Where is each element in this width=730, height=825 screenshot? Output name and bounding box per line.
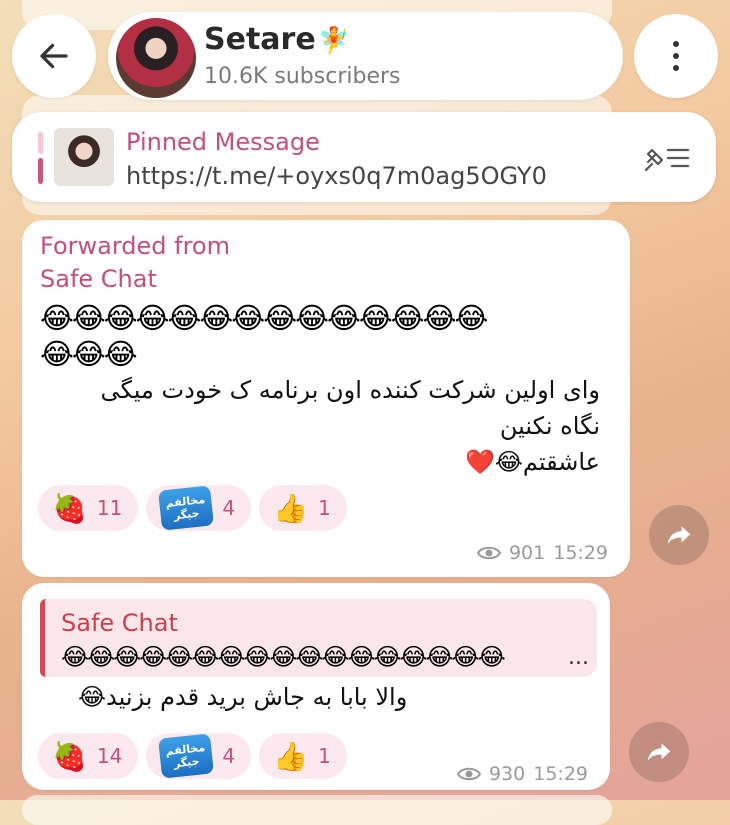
reaction-thumbs-up[interactable]: 👍 1 [259, 733, 347, 779]
message-meta: 901 15:29 [476, 542, 608, 564]
message-line: وای اولین شرکت کننده اون برنامه ک خودت م… [100, 376, 600, 404]
reply-quote[interactable]: Safe Chat 😂😂😂😂😂😂😂😂😂😂😂😂😂😂😂😂😂 ... [40, 599, 597, 677]
reaction-count: 14 [96, 744, 123, 768]
message-bubble[interactable]: Forwarded from Safe Chat 😂😂😂😂😂😂😂😂😂😂😂😂😂😂 … [22, 220, 630, 577]
emoji-line: 😂😂😂😂😂😂😂😂😂😂😂😂😂😂 [40, 301, 488, 335]
forward-arrow-icon [667, 526, 691, 544]
unpin-list-icon[interactable] [642, 140, 692, 176]
fairy-emoji: 🧚 [317, 26, 351, 56]
arrow-left-icon [40, 43, 68, 69]
channel-header[interactable]: Setare🧚 10.6K subscribers [108, 12, 623, 100]
share-button[interactable] [649, 505, 709, 565]
mokhalefam-jigar-sticker-icon: مخالفم جیگر [158, 733, 215, 779]
strawberry-icon: 🍓 [52, 739, 87, 773]
back-button[interactable] [12, 14, 96, 98]
eye-icon [476, 546, 501, 560]
pinned-message-bar[interactable]: Pinned Message https://t.me/+oyxs0q7m0ag… [12, 112, 716, 202]
pinned-title: Pinned Message [126, 128, 320, 156]
emoji-line: 😂😂😂 [40, 337, 138, 371]
view-count: 901 [508, 542, 546, 564]
reactions-row: 🍓 14 مخالفم جیگر 4 👍 1 [38, 733, 347, 779]
forward-arrow-icon [647, 743, 671, 761]
subscriber-count: 10.6K subscribers [204, 64, 401, 89]
message-time: 15:29 [553, 542, 608, 564]
reaction-strawberry[interactable]: 🍓 11 [38, 485, 139, 531]
message-text: والا بابا به جاش برید قدم بزنید😂 [78, 683, 408, 711]
pinned-link: https://t.me/+oyxs0q7m0ag5OGY0 [126, 162, 547, 190]
message-text: وای اولین شرکت کننده اون برنامه ک خودت م… [40, 372, 600, 480]
view-count: 930 [488, 763, 526, 785]
thumbs-up-icon: 👍 [273, 491, 308, 525]
reaction-count: 4 [222, 496, 236, 520]
pinned-thumbnail [54, 128, 114, 186]
reply-preview: 😂😂😂😂😂😂😂😂😂😂😂😂😂😂😂😂😂 [61, 643, 506, 671]
message-time: 15:29 [533, 763, 588, 785]
reaction-count: 1 [317, 744, 331, 768]
channel-name: Setare🧚 [204, 22, 351, 57]
message-bubble[interactable]: Safe Chat 😂😂😂😂😂😂😂😂😂😂😂😂😂😂😂😂😂 ... والا باب… [22, 583, 610, 790]
channel-avatar[interactable] [114, 16, 198, 100]
reactions-row: 🍓 11 مخالفم جیگر 4 👍 1 [38, 485, 347, 531]
reaction-strawberry[interactable]: 🍓 14 [38, 733, 139, 779]
reply-ellipsis: ... [568, 645, 589, 670]
message-line: عاشقتم😂❤️ [464, 448, 600, 476]
message-line: نگاه نکنین [499, 412, 600, 440]
strawberry-icon: 🍓 [52, 491, 87, 525]
message-emoji-text: 😂😂😂😂😂😂😂😂😂😂😂😂😂😂 😂😂😂 [40, 300, 600, 372]
forwarded-label: Forwarded from [40, 232, 230, 260]
more-vertical-icon [673, 41, 679, 71]
share-button[interactable] [629, 722, 689, 782]
reaction-count: 4 [222, 744, 236, 768]
pinned-indicator [38, 132, 43, 154]
pinned-indicator-active [38, 158, 43, 184]
reaction-count: 11 [96, 496, 123, 520]
reply-author: Safe Chat [61, 609, 178, 637]
reaction-sticker[interactable]: مخالفم جیگر 4 [146, 733, 252, 779]
forwarded-header: Forwarded from Safe Chat [40, 230, 230, 296]
mokhalefam-jigar-sticker-icon: مخالفم جیگر [158, 485, 215, 531]
eye-icon [456, 767, 481, 781]
reaction-thumbs-up[interactable]: 👍 1 [259, 485, 347, 531]
forwarded-source-link[interactable]: Safe Chat [40, 263, 230, 296]
reaction-count: 1 [317, 496, 331, 520]
more-menu-button[interactable] [634, 14, 718, 98]
thumbs-up-icon: 👍 [273, 739, 308, 773]
reaction-sticker[interactable]: مخالفم جیگر 4 [146, 485, 252, 531]
message-meta: 930 15:29 [456, 763, 588, 785]
